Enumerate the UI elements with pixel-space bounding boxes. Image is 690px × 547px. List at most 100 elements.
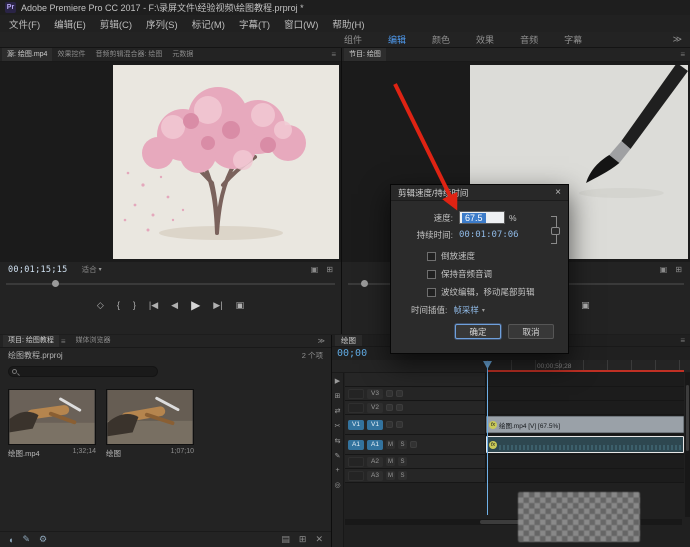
link-icon[interactable] xyxy=(549,214,559,246)
search-box[interactable] xyxy=(8,366,158,377)
menu-markers[interactable]: 标记(M) xyxy=(185,15,232,33)
new-bin-icon[interactable]: ▤ xyxy=(281,534,290,545)
tabs-overflow-chevron-icon[interactable]: ≫ xyxy=(318,337,325,345)
mute-button[interactable]: M xyxy=(386,457,395,466)
workspace-tab-captions[interactable]: 字幕 xyxy=(564,33,582,46)
settings-icon[interactable]: ▣ xyxy=(311,265,319,274)
track-target-v2[interactable]: V2 xyxy=(367,403,383,413)
tab-project[interactable]: 项目: 绘图教程 xyxy=(3,335,59,347)
new-item-icon[interactable]: ⊞ xyxy=(299,534,307,545)
source-patch-empty[interactable] xyxy=(348,403,364,413)
clip-thumbnail[interactable] xyxy=(106,389,194,445)
selection-tool-icon[interactable]: ▶ xyxy=(335,377,340,385)
gear-icon[interactable]: ⚙ xyxy=(39,534,47,545)
tab-program[interactable]: 节目: 绘图 xyxy=(344,48,386,61)
source-patch-empty[interactable] xyxy=(348,457,364,467)
workspace-tab-audio[interactable]: 音频 xyxy=(520,33,538,46)
menu-clip[interactable]: 剪辑(C) xyxy=(93,15,139,33)
add-marker-icon[interactable]: ◇ xyxy=(97,300,104,311)
duration-value[interactable]: 00:01:07:06 xyxy=(459,230,519,240)
track-target-v3[interactable]: V3 xyxy=(367,389,383,399)
tab-audio-clip-mixer[interactable]: 音频剪辑混合器: 绘图 xyxy=(90,48,167,61)
track-lock-icon[interactable] xyxy=(386,390,393,397)
audio-clip-selected[interactable]: fx xyxy=(486,436,684,453)
track-a3-clips[interactable] xyxy=(486,469,684,482)
pencil-icon[interactable]: ✎ xyxy=(22,534,30,545)
export-frame-icon[interactable]: ⊞ xyxy=(675,265,682,274)
menu-help[interactable]: 帮助(H) xyxy=(325,15,371,33)
mute-button[interactable]: M xyxy=(386,471,395,480)
tab-effect-controls[interactable]: 效果控件 xyxy=(52,48,90,61)
sequence-tab[interactable]: 绘图 xyxy=(335,335,362,346)
mark-out-icon[interactable]: } xyxy=(133,300,136,310)
track-a2-clips[interactable] xyxy=(486,455,684,468)
source-scrubber[interactable] xyxy=(6,280,335,288)
delete-icon[interactable]: ✕ xyxy=(315,534,323,545)
close-icon[interactable]: × xyxy=(555,187,561,198)
panel-menu-icon[interactable]: ≡ xyxy=(61,337,66,346)
mute-button[interactable]: M xyxy=(386,440,395,449)
track-select-tool-icon[interactable]: ⊞ xyxy=(335,392,341,400)
track-v3-clips[interactable] xyxy=(486,387,684,400)
settings-icon[interactable]: ▣ xyxy=(660,265,668,274)
toggle-output-icon[interactable] xyxy=(396,390,403,397)
menu-titles[interactable]: 字幕(T) xyxy=(232,15,277,33)
workspace-tab-assembly[interactable]: 组件 xyxy=(344,33,362,46)
menu-sequence[interactable]: 序列(S) xyxy=(139,15,185,33)
maintain-pitch-checkbox[interactable]: 保持音频音调 xyxy=(427,268,558,280)
source-patch-empty[interactable] xyxy=(348,471,364,481)
track-lock-icon[interactable] xyxy=(386,421,393,428)
checkbox-icon[interactable] xyxy=(427,252,436,261)
go-to-in-icon[interactable]: |◀ xyxy=(149,300,158,311)
playhead[interactable] xyxy=(487,361,488,515)
toggle-output-icon[interactable] xyxy=(396,421,403,428)
timeline-vertical-scrollbar[interactable] xyxy=(685,373,690,517)
zoom-tool-icon[interactable]: ◎ xyxy=(334,481,340,489)
timeline-ruler[interactable]: 00;00;59;28 xyxy=(332,360,690,373)
play-button[interactable]: ▶ xyxy=(191,298,200,312)
panel-menu-icon[interactable]: ≡ xyxy=(331,50,336,59)
source-patch-v1[interactable]: V1 xyxy=(348,420,364,430)
scrubber-knob[interactable] xyxy=(52,280,59,287)
source-timecode[interactable]: 00;01;15;15 xyxy=(8,265,68,275)
cancel-button[interactable]: 取消 xyxy=(508,324,554,339)
solo-button[interactable]: S xyxy=(398,457,407,466)
list-item[interactable]: 绘图.mp4 1;32;14 xyxy=(8,389,96,459)
razor-tool-icon[interactable]: ✂ xyxy=(335,422,341,430)
time-interpolation-select[interactable]: 帧采样 ▾ xyxy=(453,304,485,316)
ripple-edit-tool-icon[interactable]: ⇄ xyxy=(335,407,341,415)
solo-button[interactable]: S xyxy=(398,440,407,449)
pen-tool-icon[interactable]: ✎ xyxy=(335,452,341,460)
icon-view-icon[interactable]: ◖ xyxy=(8,535,13,545)
track-target-a2[interactable]: A2 xyxy=(367,457,383,467)
hand-tool-icon[interactable]: + xyxy=(335,467,339,474)
workspace-tab-effects[interactable]: 效果 xyxy=(476,33,494,46)
timeline-timecode[interactable]: 00;00 xyxy=(337,348,367,359)
export-frame-icon[interactable]: ⊞ xyxy=(326,265,333,274)
export-frame-icon[interactable]: ▣ xyxy=(581,300,590,311)
menu-edit[interactable]: 编辑(E) xyxy=(47,15,93,33)
track-target-a3[interactable]: A3 xyxy=(367,471,383,481)
checkbox-icon[interactable] xyxy=(427,288,436,297)
source-patch-empty[interactable] xyxy=(348,389,364,399)
source-patch-a1[interactable]: A1 xyxy=(348,440,364,450)
menu-window[interactable]: 窗口(W) xyxy=(277,15,325,33)
track-target-a1[interactable]: A1 xyxy=(367,440,383,450)
ok-button[interactable]: 确定 xyxy=(455,324,501,339)
step-forward-icon[interactable]: ▶| xyxy=(213,300,222,311)
dialog-titlebar[interactable]: 剪辑速度/持续时间 × xyxy=(391,185,568,201)
panel-menu-icon[interactable]: ≡ xyxy=(680,50,685,59)
menu-file[interactable]: 文件(F) xyxy=(2,15,47,33)
speed-input[interactable]: 67.5 xyxy=(459,211,505,224)
toggle-output-icon[interactable] xyxy=(396,404,403,411)
video-clip[interactable]: fx 绘图.mp4 [V] [67.5%] xyxy=(486,416,684,433)
track-target-v1[interactable]: V1 xyxy=(367,420,383,430)
workspace-tab-color[interactable]: 颜色 xyxy=(432,33,450,46)
track-a1-clips[interactable]: fx xyxy=(486,435,684,454)
tab-metadata[interactable]: 元数据 xyxy=(167,48,198,61)
tab-source[interactable]: 源: 绘图.mp4 xyxy=(2,48,52,61)
track-v1-clips[interactable]: fx 绘图.mp4 [V] [67.5%] xyxy=(486,415,684,434)
reverse-speed-checkbox[interactable]: 倒放速度 xyxy=(427,250,558,262)
workspace-tab-editing[interactable]: 编辑 xyxy=(388,33,406,46)
workspace-overflow-chevron-icon[interactable]: ≫ xyxy=(673,34,682,45)
